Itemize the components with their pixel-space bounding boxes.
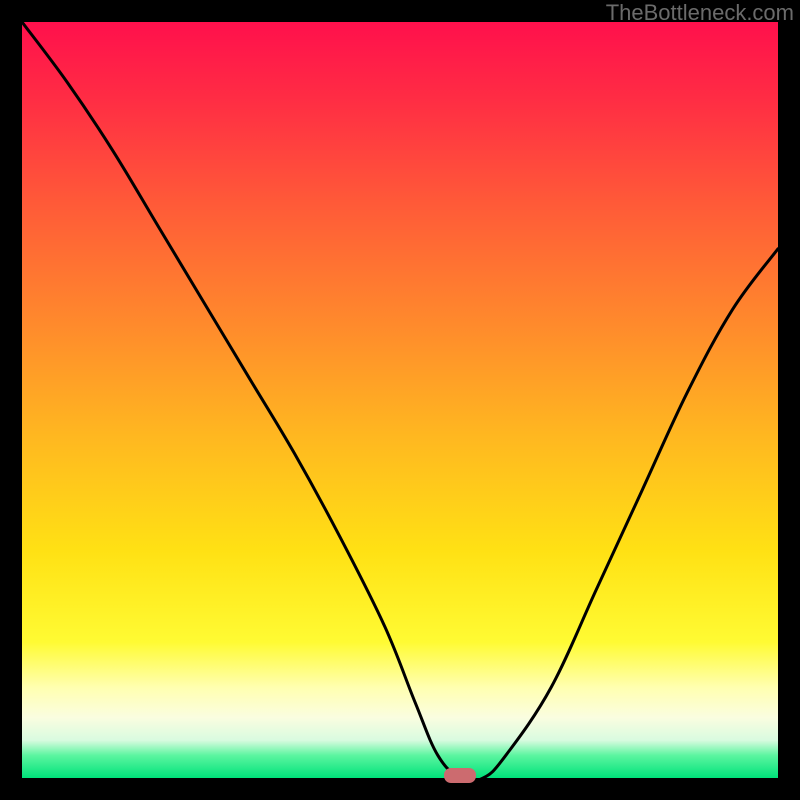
bottleneck-curve (22, 22, 778, 778)
plot-area (22, 22, 778, 778)
watermark-text: TheBottleneck.com (606, 0, 794, 26)
chart-frame: TheBottleneck.com (0, 0, 800, 800)
optimal-marker (444, 768, 476, 783)
